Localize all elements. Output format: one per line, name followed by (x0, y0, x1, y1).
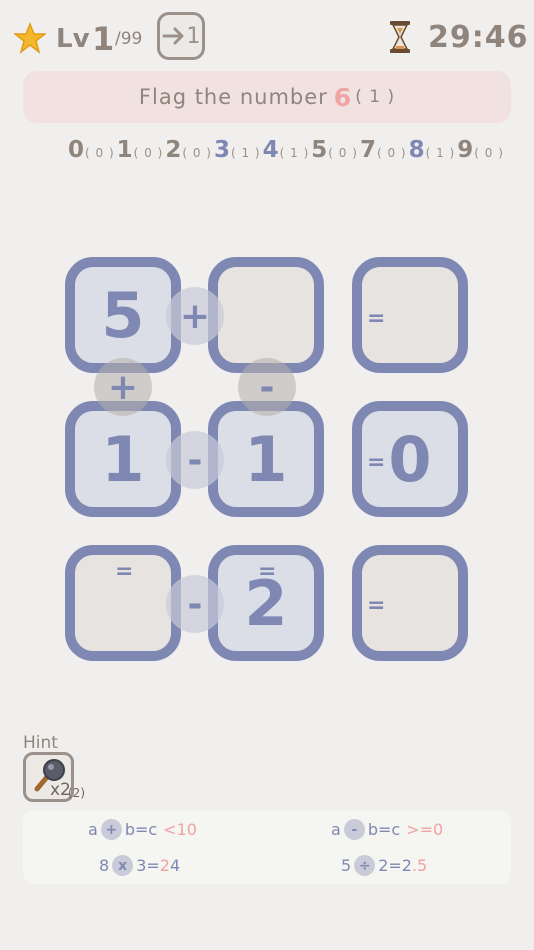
digit-5: 5 (311, 137, 328, 163)
rule-text: 5 (417, 856, 428, 875)
digit-count-row: 0( 0 ) 1( 0 ) 2( 0 ) 3( 1 ) 4( 1 ) 5( 0 … (68, 137, 506, 163)
arrow-right-icon (162, 27, 183, 45)
digit-0-count: ( 0 ) (85, 146, 115, 160)
rule-text: 8 (99, 856, 110, 875)
column-operator: + (94, 358, 152, 416)
rule-text: a (331, 820, 341, 839)
rule-text: b=c (124, 820, 158, 839)
digit-3: 3 (213, 137, 230, 163)
rules-panel: a + b=c <10 a - b=c >=0 8 x 3= 2 4 5 ÷ 2=2… (23, 810, 511, 884)
digit-4: 4 (262, 137, 279, 163)
rule-highlight: 2 (159, 856, 170, 875)
rule-text: a (88, 820, 98, 839)
digit-2: 2 (165, 137, 182, 163)
level-number: 1 (92, 20, 115, 58)
digit-8: 8 (408, 137, 425, 163)
multiply-icon: x (112, 855, 134, 876)
digit-7: 7 (359, 137, 376, 163)
objective-number: 6 (333, 82, 353, 112)
rule-text: 2=2 (378, 856, 412, 875)
board-tile[interactable]: 1 (65, 401, 181, 517)
level-max: /99 (115, 29, 143, 49)
digit-1-count: ( 0 ) (133, 146, 164, 160)
rule-text: 5 (341, 856, 352, 875)
row-equals-sign: = (367, 593, 386, 618)
board-tile[interactable]: 1 (208, 401, 324, 517)
rule-addition: a + b=c <10 (88, 819, 197, 840)
digit-7-count: ( 0 ) (376, 146, 407, 160)
hourglass-icon (390, 21, 410, 53)
rule-text: b=c (367, 820, 401, 839)
digit-4-count: ( 1 ) (279, 146, 310, 160)
digit-9: 9 (457, 137, 474, 163)
row-operator: - (166, 575, 224, 633)
digit-0: 0 (68, 137, 85, 163)
column-equals-sign: = (115, 559, 134, 584)
row-equals-sign: = (367, 450, 386, 475)
board-tile[interactable] (208, 257, 324, 373)
digit-8-count: ( 1 ) (425, 146, 456, 160)
level-label: Lv (56, 24, 90, 54)
rule-text: 4 (169, 856, 181, 875)
row-operator: + (166, 287, 224, 345)
digit-2-count: ( 0 ) (182, 146, 212, 160)
digit-1: 1 (116, 137, 133, 163)
column-equals-sign: = (258, 559, 277, 584)
row-equals-sign: = (367, 306, 386, 331)
hint-label: Hint (23, 733, 58, 753)
plus-icon: + (100, 819, 122, 840)
divide-icon: ÷ (354, 855, 376, 876)
rule-text: 3= (136, 856, 160, 875)
rule-condition: <10 (163, 820, 197, 839)
objective-banner: Flag the number 6 ( 1 ) (23, 71, 511, 123)
star-icon (14, 22, 46, 54)
board-tile[interactable]: 5 (65, 257, 181, 373)
digit-5-count: ( 0 ) (328, 146, 358, 160)
rule-subtraction: a - b=c >=0 (331, 819, 443, 840)
rule-condition: >=0 (406, 820, 444, 839)
timer: 29:46 (428, 20, 529, 55)
rule-division: 5 ÷ 2=2. 5 (341, 855, 427, 876)
minus-icon: - (343, 819, 365, 840)
objective-count: ( 1 ) (355, 87, 396, 107)
digit-3-count: ( 1 ) (230, 146, 261, 160)
objective-text: Flag the number (138, 85, 328, 109)
skip-count: 1 (186, 23, 201, 49)
row-operator: - (166, 431, 224, 489)
digit-9-count: ( 0 ) (474, 146, 504, 160)
hint-count-extra: (2) (68, 786, 85, 800)
rule-multiplication: 8 x 3= 2 4 (99, 855, 180, 876)
skip-level-button[interactable]: 1 (157, 12, 205, 60)
column-operator: - (238, 358, 296, 416)
